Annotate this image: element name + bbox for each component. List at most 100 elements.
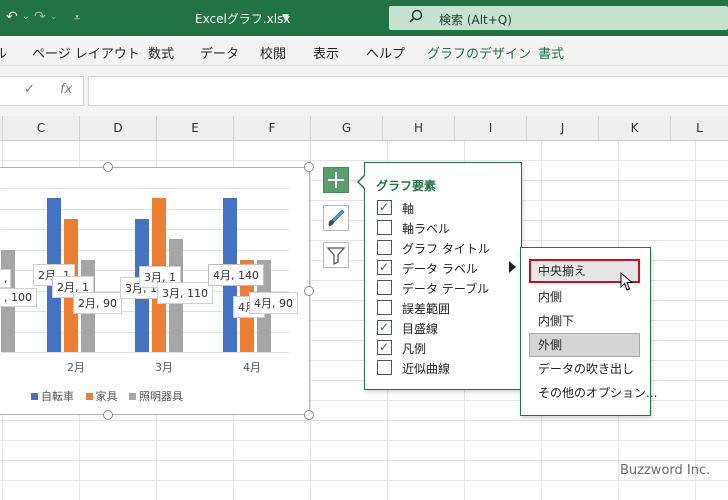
resize-handle[interactable] <box>304 286 314 296</box>
ribbon-tabs: ル ページ レイアウト 数式 データ 校閲 表示 ヘルプ グラフのデザイン 書式 <box>0 36 728 66</box>
checkbox[interactable]: ✓ <box>377 320 392 335</box>
column-headers: C D E F G H I J K L <box>0 116 728 141</box>
checkbox[interactable] <box>377 220 392 235</box>
chart-element-legend[interactable]: ✓ 凡例 <box>377 338 517 358</box>
submenu-item-inside-base[interactable]: 内側下 <box>529 309 640 333</box>
chart-element-data-labels[interactable]: ✓ データ ラベル <box>377 258 517 278</box>
checkbox[interactable] <box>377 240 392 255</box>
tab-format[interactable]: 書式 <box>538 43 564 62</box>
chart-filters-button[interactable] <box>323 242 349 268</box>
mouse-pointer-icon <box>620 272 634 291</box>
data-label-callout[interactable]: , 8 <box>0 269 11 288</box>
undo-icon[interactable]: ↶ <box>6 9 18 25</box>
formula-input[interactable] <box>88 76 728 106</box>
chart-styles-button[interactable] <box>323 205 349 231</box>
gridline <box>1 208 289 210</box>
chart-element-axes[interactable]: ✓ 軸 <box>377 198 517 218</box>
legend-label: 照明器具 <box>139 390 183 403</box>
chart-element-trendline[interactable]: 近似曲線 <box>377 358 517 378</box>
legend-swatch-icon <box>85 393 93 400</box>
tab-view[interactable]: 表示 <box>313 43 339 62</box>
legend-item: 自転車 <box>31 390 74 403</box>
x-tick-label: 2月 <box>67 361 85 374</box>
tab-layout-cut[interactable]: ル <box>0 43 7 62</box>
panel-title: グラフ要素 <box>376 179 437 193</box>
submenu-item-outside-end[interactable]: 外側 <box>529 333 640 357</box>
search-box[interactable]: 検索 (Alt+Q) <box>389 6 728 30</box>
chart-elements-panel: グラフ要素 ✓ 軸 軸ラベル グラフ タイトル ✓ データ ラベル データ テーブル… <box>364 162 522 390</box>
checkbox[interactable] <box>377 300 392 315</box>
document-title[interactable]: Excelグラフ.xlsx <box>195 10 290 27</box>
column-header[interactable]: C <box>2 116 79 141</box>
gridline <box>1 188 289 189</box>
submenu-item-data-callout[interactable]: データの吹き出し <box>529 357 640 381</box>
chart-element-axis-titles[interactable]: 軸ラベル <box>377 218 517 238</box>
checkmark-icon: ✓ <box>379 200 390 214</box>
chart-element-data-table[interactable]: データ テーブル <box>377 278 517 298</box>
formula-bar: ✓ fx <box>0 66 728 116</box>
gridline <box>1 352 289 353</box>
column-header[interactable]: G <box>310 116 382 141</box>
legend-label: 自転車 <box>41 390 74 403</box>
tab-page-layout[interactable]: ページ レイアウト <box>32 43 140 62</box>
chart-element-error-bars[interactable]: 誤差範囲 <box>377 298 517 318</box>
tab-data[interactable]: データ <box>200 43 239 62</box>
redo-dropdown-icon[interactable]: ⌄ <box>50 12 58 22</box>
column-header[interactable]: E <box>156 116 233 141</box>
tab-chart-design[interactable]: グラフのデザイン <box>427 43 531 62</box>
redo-icon[interactable]: ↷ <box>34 9 46 25</box>
column-header[interactable]: F <box>233 116 310 141</box>
plus-icon <box>328 172 344 188</box>
legend-item: 照明器具 <box>129 390 183 403</box>
checkbox[interactable]: ✓ <box>377 340 392 355</box>
undo-dropdown-icon[interactable]: ⌄ <box>22 12 30 22</box>
checkbox[interactable] <box>377 360 392 375</box>
x-tick-label: 4月 <box>243 361 261 374</box>
checkbox[interactable]: ✓ <box>377 200 392 215</box>
title-bar: ↶ ⌄ ↷ ⌄ ⩡ Excelグラフ.xlsx ▼ 検索 (Alt+Q) <box>0 0 728 36</box>
legend-swatch-icon <box>129 393 136 400</box>
watermark-text: Buzzword Inc. <box>620 463 711 478</box>
legend-swatch-icon <box>31 393 38 400</box>
legend-label: 家具 <box>95 390 118 403</box>
column-header[interactable]: D <box>79 116 156 141</box>
checkmark-icon: ✓ <box>379 320 390 334</box>
search-icon <box>409 9 423 23</box>
chart-area[interactable]: 2月 3月 4月 , 100 , 8 2月, 1 2月, 1 2月, 90 3月… <box>0 167 310 415</box>
insert-function-icon[interactable]: fx <box>60 82 72 97</box>
title-dropdown-icon[interactable]: ▼ <box>282 13 289 23</box>
data-label-callout[interactable]: 4月, 90 <box>249 292 298 314</box>
resize-handle[interactable] <box>103 162 113 172</box>
data-label-callout[interactable]: , 100 <box>0 288 37 307</box>
checkmark-icon: ✓ <box>379 260 390 274</box>
checkmark-icon: ✓ <box>379 340 390 354</box>
checkbox[interactable]: ✓ <box>377 260 392 275</box>
tab-formulas[interactable]: 数式 <box>148 43 174 62</box>
submenu-arrow-icon[interactable] <box>509 261 516 273</box>
submenu-item-more-options[interactable]: その他のオプション... <box>529 381 657 405</box>
column-header[interactable]: K <box>598 116 670 141</box>
checkbox[interactable] <box>377 280 392 295</box>
resize-handle[interactable] <box>103 410 113 420</box>
customize-qat-icon[interactable]: ⩡ <box>74 11 80 25</box>
chart-elements-button[interactable] <box>323 167 349 193</box>
tab-review[interactable]: 校閲 <box>260 43 286 62</box>
column-header[interactable]: H <box>382 116 454 141</box>
column-header[interactable]: J <box>526 116 598 141</box>
column-header[interactable]: I <box>454 116 526 141</box>
paintbrush-icon <box>328 209 345 226</box>
data-label-callout[interactable]: 4月, 140 <box>208 264 264 286</box>
enter-check-icon[interactable]: ✓ <box>24 82 35 97</box>
search-placeholder: 検索 (Alt+Q) <box>439 13 512 27</box>
funnel-icon <box>326 247 346 266</box>
plot-area[interactable]: 2月 3月 4月 , 100 , 8 2月, 1 2月, 1 2月, 90 3月… <box>0 168 301 418</box>
resize-handle[interactable] <box>304 162 314 172</box>
data-label-callout[interactable]: 3月, 110 <box>157 282 213 304</box>
resize-handle[interactable] <box>304 410 314 420</box>
data-label-callout[interactable]: 2月, 90 <box>73 292 122 314</box>
chart-element-chart-title[interactable]: グラフ タイトル <box>377 238 517 258</box>
chart-legend[interactable]: 自転車 家具 照明器具 <box>31 388 183 404</box>
column-header[interactable]: L <box>670 116 728 141</box>
tab-help[interactable]: ヘルプ <box>366 43 405 62</box>
chart-element-gridlines[interactable]: ✓ 目盛線 <box>377 318 517 338</box>
